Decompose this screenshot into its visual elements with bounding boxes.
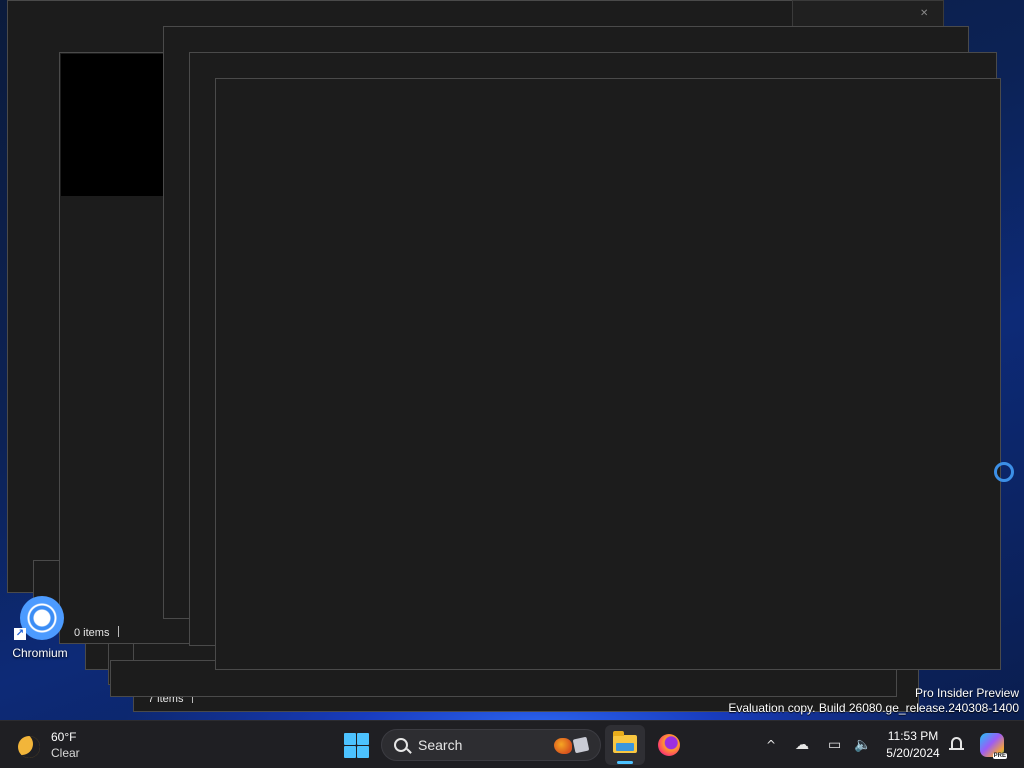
- copilot-badge: PRE: [992, 753, 1007, 759]
- weather-widget[interactable]: 60°F Clear: [18, 729, 98, 763]
- watermark-build: Evaluation copy. Build 26080.ge_release.…: [728, 701, 1019, 715]
- explorer-a-status: 0 items: [74, 626, 120, 639]
- card-icon: [572, 736, 590, 754]
- explorer-a-header-pane: [61, 54, 165, 196]
- shortcut-arrow-icon: ↗: [14, 628, 26, 640]
- clock-time: 11:53 PM: [887, 729, 939, 743]
- clock-date: 5/20/2024: [886, 746, 940, 760]
- clock[interactable]: 11:53 PM 5/20/2024: [880, 728, 946, 762]
- desktop-icon-label: Chromium: [12, 646, 68, 660]
- desktop: ✕ ✕ ✕ 7 items 0 items ↗ Chromium Pro Ins…: [0, 0, 1024, 768]
- watermark-edition: Pro Insider Preview: [914, 686, 1019, 700]
- search-icon: [394, 738, 408, 752]
- weather-temp: 60°F: [51, 730, 77, 744]
- close-icon[interactable]: ✕: [920, 8, 928, 19]
- taskbar-file-explorer[interactable]: [605, 725, 645, 765]
- busy-cursor-icon: [994, 462, 1014, 482]
- taskbar-search[interactable]: Search: [381, 729, 601, 761]
- taskbar: 60°F Clear Search ^ ☁ ▭ 🔈 11:53 PM 5/20/…: [0, 720, 1024, 768]
- active-indicator: [617, 761, 633, 764]
- windows-logo-tile: [357, 733, 369, 745]
- windows-logo-tile: [357, 746, 369, 758]
- folder-icon: [613, 731, 637, 753]
- cloud-offline-icon[interactable]: ☁: [795, 735, 809, 755]
- chromium-icon: [20, 596, 64, 640]
- window-front[interactable]: [215, 78, 1001, 670]
- windows-logo-icon: [344, 733, 356, 745]
- search-highlight-icon: [552, 736, 592, 755]
- notification-bell-icon[interactable]: [948, 735, 966, 755]
- search-placeholder: Search: [418, 737, 463, 753]
- taskbar-firefox[interactable]: [649, 725, 689, 765]
- desktop-icon-chromium[interactable]: ↗ Chromium: [6, 596, 74, 662]
- network-icon[interactable]: ▭: [828, 735, 841, 755]
- weather-condition: Clear: [51, 746, 80, 760]
- chevron-up-icon[interactable]: ^: [766, 735, 776, 755]
- moon-icon: [18, 736, 40, 758]
- windows-logo-tile: [344, 746, 356, 758]
- start-button[interactable]: [342, 731, 370, 759]
- volume-muted-icon[interactable]: 🔈: [854, 735, 871, 755]
- copilot-icon[interactable]: PRE: [980, 733, 1007, 759]
- firefox-icon: [658, 734, 680, 756]
- autumn-leaf-icon: [554, 738, 572, 754]
